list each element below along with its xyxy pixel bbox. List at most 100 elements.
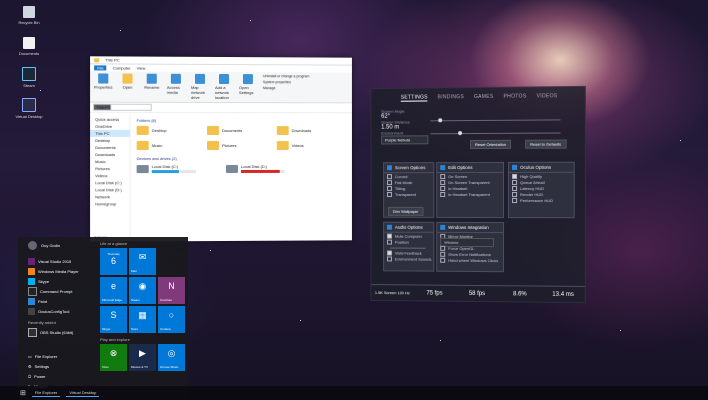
nav-item-music[interactable]: Music: [90, 158, 129, 165]
checkbox[interactable]: [440, 257, 446, 263]
user-account[interactable]: Guy Godin: [28, 241, 98, 250]
radio-button[interactable]: [440, 185, 446, 191]
checkbox[interactable]: [387, 239, 392, 245]
edge-tile[interactable]: e Microsoft Edge: [100, 277, 127, 304]
option-row[interactable]: Performance HUD: [509, 197, 574, 203]
system-properties-link[interactable]: System properties: [263, 80, 310, 84]
taskbar-item[interactable]: File Explorer: [31, 389, 61, 397]
properties-button[interactable]: Properties: [94, 73, 112, 90]
open-button[interactable]: Open: [118, 73, 136, 90]
folder-item[interactable]: Downloads: [276, 126, 346, 136]
checkbox[interactable]: [387, 233, 392, 239]
nav-item-desktop[interactable]: Desktop: [90, 137, 129, 144]
nav-item-onedrive[interactable]: OneDrive: [90, 123, 129, 130]
store-tile[interactable]: ▦ Store: [129, 306, 156, 333]
audio-position-slider[interactable]: [389, 247, 426, 249]
app-item[interactable]: OBS Studio (64bit): [28, 327, 98, 337]
tab-bindings[interactable]: BINDINGS: [438, 94, 464, 100]
slider-handle[interactable]: [458, 131, 463, 136]
search-input[interactable]: [109, 103, 152, 111]
settings-link[interactable]: ⚙ Settings: [28, 361, 98, 371]
folder-item[interactable]: Desktop: [136, 125, 207, 135]
radio-button[interactable]: [440, 179, 446, 185]
reset-orientation-button[interactable]: Reset Orientation: [470, 139, 512, 150]
power-button[interactable]: ⏻ Power: [28, 371, 98, 381]
rename-button[interactable]: Rename: [143, 73, 161, 90]
tab-settings[interactable]: SETTINGS: [400, 93, 428, 102]
app-item[interactable]: Paint: [28, 296, 98, 306]
drive-item[interactable]: Local Disk (D:): [225, 164, 285, 173]
tab-photos[interactable]: PHOTOS: [504, 94, 527, 100]
app-item[interactable]: Visual Studio 2015: [28, 256, 98, 266]
app-item[interactable]: Command Prompt: [28, 286, 98, 296]
tab-videos[interactable]: VIDEOS: [537, 93, 558, 99]
app-item[interactable]: Skype: [28, 276, 98, 286]
option-row[interactable]: Transparent: [384, 191, 433, 197]
map-network-drive-button[interactable]: Map network drive: [191, 73, 209, 100]
steam-desktop-icon[interactable]: Steam: [14, 67, 44, 88]
checkbox[interactable]: [512, 179, 518, 185]
app-item[interactable]: Windows Media Player: [28, 266, 98, 276]
movies-tile[interactable]: ▶ Movies & TV: [129, 344, 156, 371]
nav-item-quick-access[interactable]: Quick access: [90, 116, 129, 123]
checkbox[interactable]: [387, 173, 392, 179]
checkbox[interactable]: [387, 179, 392, 185]
nav-item-documents[interactable]: Documents: [90, 144, 129, 151]
option-row[interactable]: Window: [437, 237, 503, 247]
option-row[interactable]: Hand wheel Windows Clicks: [437, 257, 503, 263]
checkbox[interactable]: [387, 185, 392, 191]
tab-games[interactable]: GAMES: [474, 94, 494, 100]
nav-item-downloads[interactable]: Downloads: [90, 151, 129, 158]
radio-button[interactable]: [440, 191, 446, 197]
app-item[interactable]: OculusConfigTool: [28, 306, 98, 316]
nav-item-pictures[interactable]: Pictures: [90, 165, 129, 172]
checkbox[interactable]: [512, 191, 518, 197]
open-settings-button[interactable]: Open Settings: [239, 74, 257, 95]
tab-file[interactable]: File: [94, 65, 107, 71]
xbox-tile[interactable]: ⊗ Xbox: [100, 344, 127, 371]
checkbox[interactable]: [512, 173, 518, 179]
nav-item-videos[interactable]: Videos: [90, 172, 129, 179]
drives-section-header[interactable]: Devices and drives (2): [137, 156, 346, 161]
file-explorer-link[interactable]: ▭ File Explorer: [28, 351, 98, 361]
documents-desktop-icon[interactable]: Documents: [14, 37, 44, 56]
checkbox[interactable]: [512, 197, 518, 203]
environment-dropdown[interactable]: Purple Nebula: [381, 135, 429, 145]
checkbox[interactable]: [512, 185, 518, 191]
windows-start-icon[interactable]: ⊞: [20, 389, 26, 397]
option-row[interactable]: In Headset Transparent: [437, 191, 503, 197]
slider-handle[interactable]: [438, 118, 443, 123]
checkbox[interactable]: [440, 251, 446, 257]
nav-item-this-pc[interactable]: This PC: [90, 129, 130, 137]
address-bar[interactable]: This PC: [93, 103, 112, 111]
checkbox[interactable]: [440, 245, 446, 251]
checkbox[interactable]: [387, 249, 392, 255]
folder-item[interactable]: Documents: [206, 125, 277, 135]
nav-item-local-disk-c[interactable]: Local Disk (C:): [90, 179, 129, 186]
option-row[interactable]: Environment Sounds: [384, 255, 433, 261]
add-network-location-button[interactable]: Add a network location: [215, 73, 233, 100]
folder-item[interactable]: Pictures: [206, 140, 277, 151]
folder-item[interactable]: Music: [136, 140, 207, 151]
folders-section-header[interactable]: Folders (6): [137, 118, 346, 123]
calendar-tile[interactable]: Thursday 6: [100, 248, 127, 275]
dim-wallpaper-button[interactable]: Dim Wallpaper: [388, 206, 424, 216]
checkbox[interactable]: [387, 255, 392, 261]
checkbox[interactable]: [387, 191, 392, 197]
nav-item-homegroup[interactable]: Homegroup: [90, 200, 129, 207]
drive-item[interactable]: Local Disk (C:): [136, 164, 196, 174]
skype-tile[interactable]: S Skype: [100, 306, 127, 333]
virtual-desktop-desktop-icon[interactable]: Virtual Desktop: [14, 98, 44, 119]
folder-item[interactable]: Videos: [276, 141, 346, 150]
steam-tile[interactable]: ◉ Steam: [129, 277, 156, 304]
groove-tile[interactable]: ◎ Groove Music: [158, 344, 185, 371]
cortana-tile[interactable]: ○ Cortana: [158, 306, 185, 333]
taskbar-item[interactable]: Virtual Desktop: [66, 389, 100, 397]
radio-button[interactable]: [440, 173, 446, 179]
reset-defaults-button[interactable]: Reset to Defaults: [525, 139, 567, 149]
recycle-bin-desktop-icon[interactable]: Recycle Bin: [14, 6, 44, 25]
access-media-button[interactable]: Access media: [167, 73, 185, 95]
mail-tile[interactable]: ✉ Mail: [129, 248, 156, 275]
manage-link[interactable]: Manage: [263, 86, 310, 90]
uninstall-program-link[interactable]: Uninstall or change a program: [263, 74, 310, 78]
